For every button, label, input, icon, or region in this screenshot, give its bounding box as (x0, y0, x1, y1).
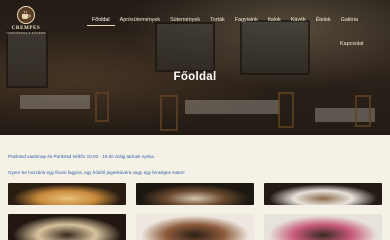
welcome-tagline: Gyere be hozzánk egy finom fagyira, egy … (8, 170, 185, 175)
nav-item-sutemenyek[interactable]: Sütemények (165, 15, 205, 26)
gallery-card-tiramisu[interactable] (136, 183, 254, 205)
pizza-photo (8, 183, 126, 205)
gallery-card-cake[interactable] (136, 214, 254, 240)
hero-banner: CREMPES CUKRÁSZDA & KÁVÉZÓ Főoldal Aprós… (0, 0, 390, 135)
cake-slice-photo (136, 214, 254, 240)
gallery-card-pizza[interactable] (8, 183, 126, 205)
nav-item-etelek[interactable]: Ételek (311, 15, 336, 26)
gallery-card-pastry[interactable] (264, 214, 382, 240)
nav-item-kapcsolat[interactable]: Kapcsolat (335, 39, 369, 49)
nav-item-aprosutemenyek[interactable]: Aprósütemények (115, 15, 165, 26)
brand-subtitle: CUKRÁSZDA & KÁVÉZÓ (6, 31, 46, 35)
gallery-card-coffee[interactable] (264, 183, 382, 205)
page-title: Főoldal (173, 71, 217, 83)
cappuccino-photo (8, 214, 126, 240)
gallery-card-cappuccino[interactable] (8, 214, 126, 240)
nav-row-primary: Főoldal Aprósütemények Sütemények Torták… (70, 15, 380, 26)
nav-item-fagyiaink[interactable]: Fagyiaink (230, 15, 263, 26)
pastry-plate-photo (264, 214, 382, 240)
brand-logo[interactable]: CREMPES CUKRÁSZDA & KÁVÉZÓ (6, 6, 46, 40)
nav-item-tortak[interactable]: Torták (205, 15, 230, 26)
main-nav: Főoldal Aprósütemények Sütemények Torták… (70, 15, 380, 47)
nav-item-kavek[interactable]: Kávék (286, 15, 311, 26)
tiramisu-photo (136, 183, 254, 205)
opening-hours-notice: Pünkösd vasárnap és Pünkösd hétfőn 10.00… (8, 154, 156, 159)
nav-item-fooldal[interactable]: Főoldal (86, 15, 115, 26)
coffee-cup-photo (264, 183, 382, 205)
nav-item-italok[interactable]: Italok (263, 15, 286, 26)
nav-row-secondary: Kapcsolat (335, 32, 369, 50)
coffee-cup-icon (17, 6, 35, 24)
nav-item-galeria[interactable]: Galéria (336, 15, 363, 26)
